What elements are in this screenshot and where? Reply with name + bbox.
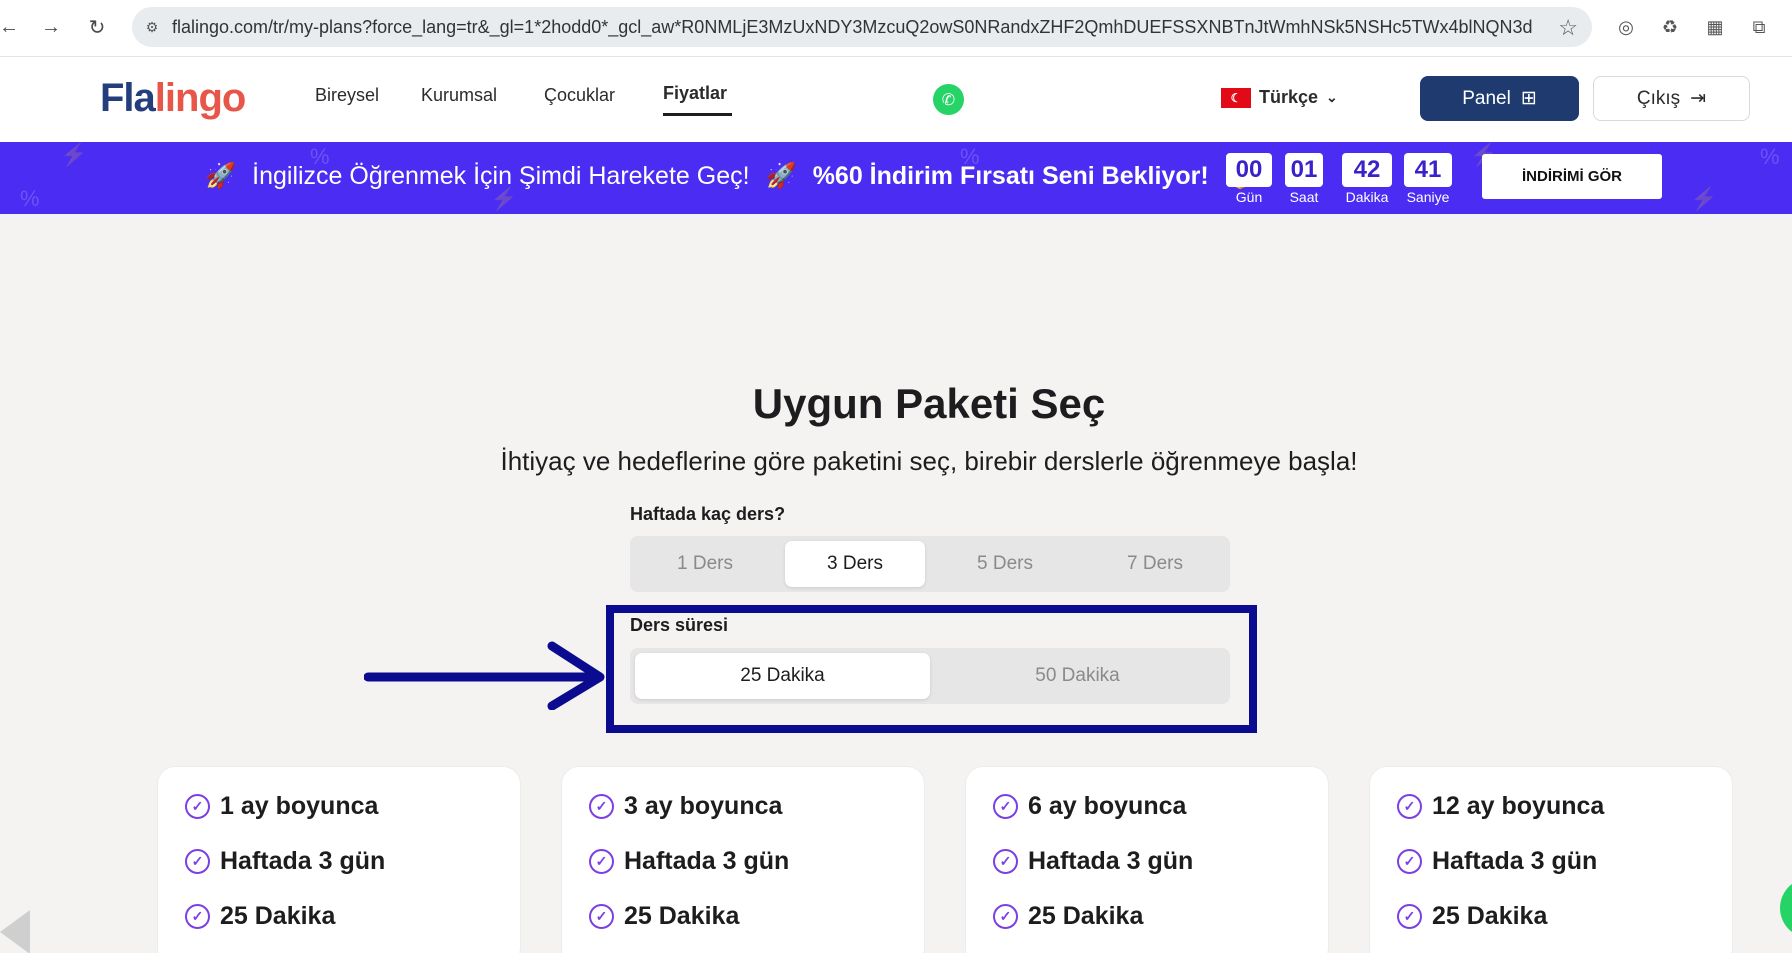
- language-selector[interactable]: ☾ Türkçe ⌄: [1221, 87, 1338, 108]
- chevron-down-icon: ⌄: [1326, 89, 1338, 105]
- site-info-icon[interactable]: ⚙: [132, 19, 172, 36]
- browser-toolbar: ← → ↻ ⚙ flalingo.com/tr/my-plans?force_l…: [0, 0, 1792, 57]
- logout-icon: ⇥: [1690, 88, 1707, 109]
- page-title: Uygun Paketi Seç: [752, 380, 1106, 427]
- site-header: Flalingo Bireysel Kurumsal Çocuklar Fiya…: [0, 57, 1792, 142]
- option-3-ders[interactable]: 3 Ders: [785, 541, 925, 587]
- nav-fiyatlar[interactable]: Fiyatlar: [663, 83, 727, 104]
- url-text[interactable]: flalingo.com/tr/my-plans?force_lang=tr&_…: [172, 17, 1532, 38]
- lesson-duration-selector: 25 Dakika 50 Dakika: [630, 648, 1230, 704]
- panel-label: Panel: [1462, 87, 1511, 109]
- percent-deco-icon: %: [1760, 144, 1780, 169]
- plan-feature: ✓ 3 ay boyunca: [589, 792, 782, 821]
- check-circle-icon: ✓: [1397, 849, 1422, 874]
- dashboard-icon: ⊞: [1520, 88, 1537, 109]
- check-circle-icon: ✓: [185, 794, 210, 819]
- plan-feature: ✓ 25 Dakika: [185, 902, 335, 931]
- check-circle-icon: ✓: [589, 849, 614, 874]
- address-bar[interactable]: ⚙ flalingo.com/tr/my-plans?force_lang=tr…: [132, 7, 1592, 47]
- countdown-days: 00 Gün: [1226, 153, 1272, 205]
- plan-card-3[interactable]: ✓ 3 ay boyunca ✓ Haftada 3 gün ✓ 25 Dakika: [561, 766, 925, 953]
- annotation-arrow-icon: [364, 641, 605, 710]
- lightning-deco-icon: ⚡: [1690, 186, 1718, 211]
- plan-feature: ✓ 25 Dakika: [1397, 902, 1547, 931]
- promo-text-2: %60 İndirim Fırsatı Seni Bekliyor!: [812, 162, 1209, 190]
- check-circle-icon: ✓: [589, 904, 614, 929]
- plan-feature: ✓ 1 ay boyunca: [185, 792, 378, 821]
- back-icon[interactable]: ←: [0, 12, 24, 42]
- lesson-duration-label: Ders süresi: [630, 615, 729, 635]
- promo-text-1: İngilizce Öğrenmek İçin Şimdi Harekete G…: [252, 162, 750, 190]
- lessons-per-week-label: Haftada kaç ders?: [630, 504, 786, 524]
- scroll-left-arrow-icon[interactable]: [0, 910, 30, 953]
- page-subtitle: İhtiyaç ve hedeflerine göre paketini seç…: [500, 446, 1358, 476]
- plan-feature: ✓ Haftada 3 gün: [993, 847, 1193, 876]
- logout-button[interactable]: Çıkış ⇥: [1593, 76, 1750, 121]
- plan-feature: ✓ Haftada 3 gün: [1397, 847, 1597, 876]
- rocket-icon: 🚀: [765, 162, 797, 190]
- option-1-ders[interactable]: 1 Ders: [635, 541, 775, 587]
- plan-feature: ✓ 12 ay boyunca: [1397, 792, 1604, 821]
- extension-icon[interactable]: ◎: [1613, 14, 1639, 40]
- countdown-hours: 01 Saat: [1285, 153, 1323, 205]
- extensions-puzzle-icon[interactable]: ⧉: [1746, 14, 1772, 40]
- check-circle-icon: ✓: [1397, 794, 1422, 819]
- check-circle-icon: ✓: [185, 904, 210, 929]
- lightning-deco-icon: ⚡: [60, 142, 88, 167]
- option-25-dakika[interactable]: 25 Dakika: [635, 653, 930, 699]
- lessons-per-week-selector: 1 Ders 3 Ders 5 Ders 7 Ders: [630, 536, 1230, 592]
- chat-fab-button[interactable]: [1780, 878, 1792, 938]
- plan-feature: ✓ 25 Dakika: [993, 902, 1143, 931]
- bookmark-star-icon[interactable]: ☆: [1558, 15, 1578, 41]
- panel-button[interactable]: Panel ⊞: [1420, 76, 1579, 121]
- rocket-icon: 🚀: [205, 162, 237, 190]
- check-circle-icon: ✓: [993, 904, 1018, 929]
- plan-feature: ✓ 6 ay boyunca: [993, 792, 1186, 821]
- recycle-extension-icon[interactable]: ♻: [1657, 14, 1683, 40]
- reload-icon[interactable]: ↻: [82, 12, 112, 42]
- check-circle-icon: ✓: [993, 794, 1018, 819]
- countdown-minutes: 42 Dakika: [1342, 153, 1392, 205]
- flalingo-logo[interactable]: Flalingo: [100, 76, 246, 121]
- plan-card-6[interactable]: ✓ 6 ay boyunca ✓ Haftada 3 gün ✓ 25 Dakika: [965, 766, 1329, 953]
- see-discount-button[interactable]: İNDİRİMİ GÖR: [1482, 154, 1662, 199]
- plan-card-1[interactable]: ✓ 1 ay boyunca ✓ Haftada 3 gün ✓ 25 Dakika: [157, 766, 521, 953]
- check-circle-icon: ✓: [185, 849, 210, 874]
- plan-card-12[interactable]: ✓ 12 ay boyunca ✓ Haftada 3 gün ✓ 25 Dakika: [1369, 766, 1733, 953]
- promo-banner: ⚡ % % ⚡ % ⚡ ⚡ % 🚀 İngilizce Öğrenmek İçi…: [0, 142, 1792, 214]
- forward-icon[interactable]: →: [36, 12, 66, 42]
- percent-deco-icon: %: [20, 186, 40, 211]
- plan-feature: ✓ Haftada 3 gün: [185, 847, 385, 876]
- check-circle-icon: ✓: [993, 849, 1018, 874]
- plan-feature: ✓ Haftada 3 gün: [589, 847, 789, 876]
- turkey-flag-icon: ☾: [1221, 87, 1251, 108]
- logout-label: Çıkış: [1636, 87, 1681, 109]
- active-nav-underline: [663, 113, 732, 116]
- option-7-ders[interactable]: 7 Ders: [1085, 541, 1225, 587]
- promo-text: 🚀 İngilizce Öğrenmek İçin Şimdi Harekete…: [205, 162, 1256, 191]
- whatsapp-icon[interactable]: ✆: [933, 84, 964, 115]
- check-circle-icon: ✓: [1397, 904, 1422, 929]
- nav-cocuklar[interactable]: Çocuklar: [544, 85, 615, 106]
- check-circle-icon: ✓: [589, 794, 614, 819]
- countdown-seconds: 41 Saniye: [1404, 153, 1452, 205]
- option-50-dakika[interactable]: 50 Dakika: [930, 653, 1225, 699]
- language-label: Türkçe: [1259, 87, 1319, 107]
- qr-code-icon[interactable]: ▦: [1702, 14, 1728, 40]
- option-5-ders[interactable]: 5 Ders: [935, 541, 1075, 587]
- nav-kurumsal[interactable]: Kurumsal: [421, 85, 497, 106]
- nav-bireysel[interactable]: Bireysel: [315, 85, 379, 106]
- plan-feature: ✓ 25 Dakika: [589, 902, 739, 931]
